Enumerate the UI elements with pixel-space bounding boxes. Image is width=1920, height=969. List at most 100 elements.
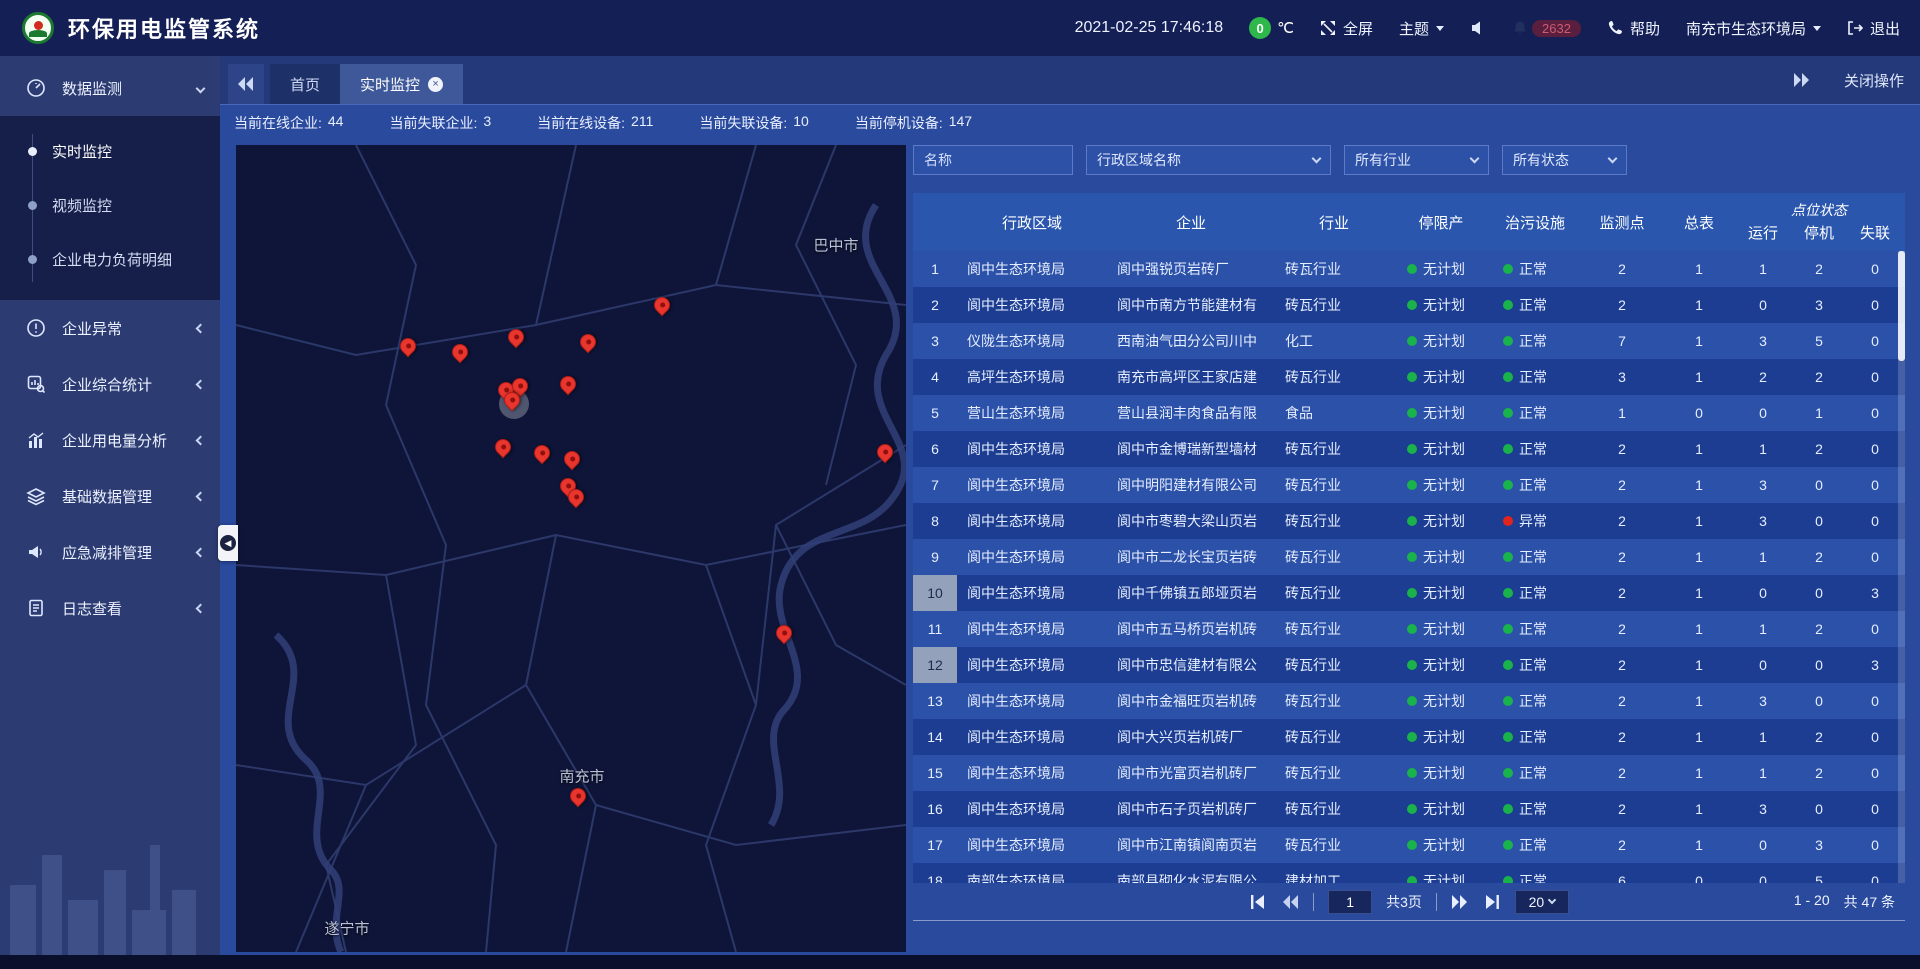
table-row[interactable]: 9 阆中生态环境局 阆中市二龙长宝页岩砖 砖瓦行业 无计划 正常 2 1 1	[913, 539, 1905, 575]
page-number-input[interactable]	[1328, 890, 1372, 914]
cell-lost: 0	[1847, 801, 1903, 817]
notifications-button[interactable]: 2632	[1512, 20, 1581, 37]
table-row[interactable]: 11 阆中生态环境局 阆中市五马桥页岩机砖 砖瓦行业 无计划 正常 2 1 1	[913, 611, 1905, 647]
cell-facility: 正常	[1489, 799, 1581, 819]
sidebar-item-emergency-reduction[interactable]: 应急减排管理	[0, 524, 220, 580]
sidebar-item-enterprise-abnormal[interactable]: 企业异常	[0, 300, 220, 356]
table-row[interactable]: 4 高坪生态环境局 南充市高坪区王家店建 砖瓦行业 无计划 正常 3 1 2	[913, 359, 1905, 395]
org-menu[interactable]: 南充市生态环境局	[1686, 18, 1821, 39]
first-page-icon[interactable]	[1249, 895, 1267, 909]
sidebar-item-power-analysis[interactable]: 企业用电量分析	[0, 412, 220, 468]
status-filter-select[interactable]: 所有状态	[1502, 145, 1627, 175]
chevron-down-icon	[1813, 26, 1821, 35]
cell-stop: 3	[1791, 837, 1847, 853]
cell-lost: 0	[1847, 261, 1903, 277]
bullet-icon	[28, 147, 37, 156]
cell-lost: 0	[1847, 693, 1903, 709]
cell-meter: 1	[1663, 261, 1735, 277]
stat-item: 当前在线企业: 44	[234, 113, 343, 133]
table-row[interactable]: 12 阆中生态环境局 阆中市忠信建材有限公 砖瓦行业 无计划 正常 2 1 0	[913, 647, 1905, 683]
status-dot	[1503, 804, 1513, 814]
table-row[interactable]: 18 南部生态环境局 南部县砌化水泥有限公 建材加工 无计划 正常 6 0 0	[913, 863, 1905, 883]
cell-production: 无计划	[1393, 871, 1489, 883]
table-scrollbar[interactable]	[1898, 251, 1905, 883]
mute-button[interactable]	[1470, 20, 1486, 36]
pin-icon	[651, 294, 674, 317]
tabs-scroll-left-button[interactable]	[228, 64, 264, 104]
table-row[interactable]: 17 阆中生态环境局 阆中市江南镇阆南页岩 砖瓦行业 无计划 正常 2 1 0	[913, 827, 1905, 863]
cell-production: 无计划	[1393, 835, 1489, 855]
pin-icon	[567, 785, 590, 808]
cell-stop: 5	[1791, 333, 1847, 349]
table-row[interactable]: 13 阆中生态环境局 阆中市金福旺页岩机砖 砖瓦行业 无计划 正常 2 1 3	[913, 683, 1905, 719]
table-row[interactable]: 2 阆中生态环境局 阆中市南方节能建材有 砖瓦行业 无计划 正常 2 1 0	[913, 287, 1905, 323]
cell-lost: 0	[1847, 477, 1903, 493]
logout-button[interactable]: 退出	[1847, 18, 1900, 39]
page-size-select[interactable]: 20	[1515, 890, 1569, 914]
cell-run: 3	[1735, 333, 1791, 349]
cell-lost: 3	[1847, 657, 1903, 673]
table-row[interactable]: 10 阆中生态环境局 阆中千佛镇五郎垭页岩 砖瓦行业 无计划 正常 2 1 0	[913, 575, 1905, 611]
pin-icon	[773, 622, 796, 645]
cell-region: 仪陇生态环境局	[957, 331, 1107, 351]
cell-industry: 砖瓦行业	[1275, 475, 1393, 495]
table-row[interactable]: 3 仪陇生态环境局 西南油气田分公司川中 化工 无计划 正常 7 1 3 5	[913, 323, 1905, 359]
table-row[interactable]: 14 阆中生态环境局 阆中大兴页岩机砖厂 砖瓦行业 无计划 正常 2 1 1	[913, 719, 1905, 755]
tab-home[interactable]: 首页	[270, 64, 340, 104]
name-filter-field[interactable]	[913, 145, 1073, 175]
tab-realtime-monitor[interactable]: 实时监控 ×	[340, 64, 463, 104]
cell-run: 1	[1735, 729, 1791, 745]
last-page-icon[interactable]	[1483, 895, 1501, 909]
record-range-label: 1 - 20	[1794, 892, 1830, 912]
cell-run: 1	[1735, 621, 1791, 637]
cell-production: 无计划	[1393, 475, 1489, 495]
table-row[interactable]: 5 营山生态环境局 营山县润丰肉食品有限 食品 无计划 正常 1 0 0 1	[913, 395, 1905, 431]
table-row[interactable]: 1 阆中生态环境局 阆中强锐页岩砖厂 砖瓦行业 无计划 正常 2 1 1 2	[913, 251, 1905, 287]
cell-facility: 正常	[1489, 619, 1581, 639]
cell-stop: 2	[1791, 729, 1847, 745]
region-filter-select[interactable]: 行政区域名称	[1086, 145, 1331, 175]
previous-page-icon[interactable]	[1281, 895, 1299, 909]
cell-run: 1	[1735, 765, 1791, 781]
industry-filter-select[interactable]: 所有行业	[1344, 145, 1489, 175]
cell-company: 南充市高坪区王家店建	[1107, 367, 1275, 387]
sidebar-item-power-load-detail[interactable]: 企业电力负荷明细	[0, 232, 220, 286]
table-row[interactable]: 6 阆中生态环境局 阆中市金博瑞新型墙材 砖瓦行业 无计划 正常 2 1 1	[913, 431, 1905, 467]
table-row[interactable]: 7 阆中生态环境局 阆中明阳建材有限公司 砖瓦行业 无计划 正常 2 1 3	[913, 467, 1905, 503]
sidebar-item-video-monitor[interactable]: 视频监控	[0, 178, 220, 232]
theme-menu[interactable]: 主题	[1399, 18, 1444, 39]
scrollbar-thumb[interactable]	[1898, 251, 1905, 361]
cell-company: 阆中市二龙长宝页岩砖	[1107, 547, 1275, 567]
table-row[interactable]: 8 阆中生态环境局 阆中市枣碧大梁山页岩 砖瓦行业 无计划 异常 2 1 3	[913, 503, 1905, 539]
help-button[interactable]: 帮助	[1607, 18, 1660, 39]
cell-stop: 2	[1791, 441, 1847, 457]
sidebar-item-enterprise-statistics[interactable]: 企业综合统计	[0, 356, 220, 412]
pin-icon	[577, 331, 600, 354]
cell-facility: 正常	[1489, 331, 1581, 351]
pin-icon	[874, 441, 897, 464]
fullscreen-button[interactable]: 全屏	[1320, 18, 1373, 39]
close-operations-button[interactable]: 关闭操作	[1844, 70, 1904, 91]
sidebar-item-label: 基础数据管理	[62, 486, 152, 507]
next-page-icon[interactable]	[1451, 895, 1469, 909]
stat-value: 3	[483, 113, 491, 133]
sidebar-item-log-view[interactable]: 日志查看	[0, 580, 220, 636]
cell-monitor: 2	[1581, 765, 1663, 781]
cell-lost: 0	[1847, 837, 1903, 853]
cell-run: 0	[1735, 297, 1791, 313]
close-icon[interactable]: ×	[428, 77, 443, 92]
sidebar-item-realtime-monitor[interactable]: 实时监控	[0, 124, 220, 178]
table-row[interactable]: 15 阆中生态环境局 阆中市光富页岩机砖厂 砖瓦行业 无计划 正常 2 1 1	[913, 755, 1905, 791]
map-panel[interactable]: 巴中市南充市遂宁市	[236, 145, 906, 952]
status-dot	[1407, 516, 1417, 526]
cell-index: 8	[913, 503, 957, 539]
cell-index: 16	[913, 791, 957, 827]
sidebar-collapse-button[interactable]: ◀	[218, 525, 238, 561]
speaker-muted-icon	[1470, 20, 1486, 36]
table-row[interactable]: 16 阆中生态环境局 阆中市石子页岩机砖厂 砖瓦行业 无计划 正常 2 1 3	[913, 791, 1905, 827]
double-right-arrow-icon[interactable]	[1792, 73, 1810, 87]
sidebar-item-base-data[interactable]: 基础数据管理	[0, 468, 220, 524]
name-filter-input[interactable]	[924, 152, 1062, 168]
sidebar-item-data-monitor[interactable]: 数据监测	[0, 60, 220, 116]
cell-lost: 0	[1847, 405, 1903, 421]
